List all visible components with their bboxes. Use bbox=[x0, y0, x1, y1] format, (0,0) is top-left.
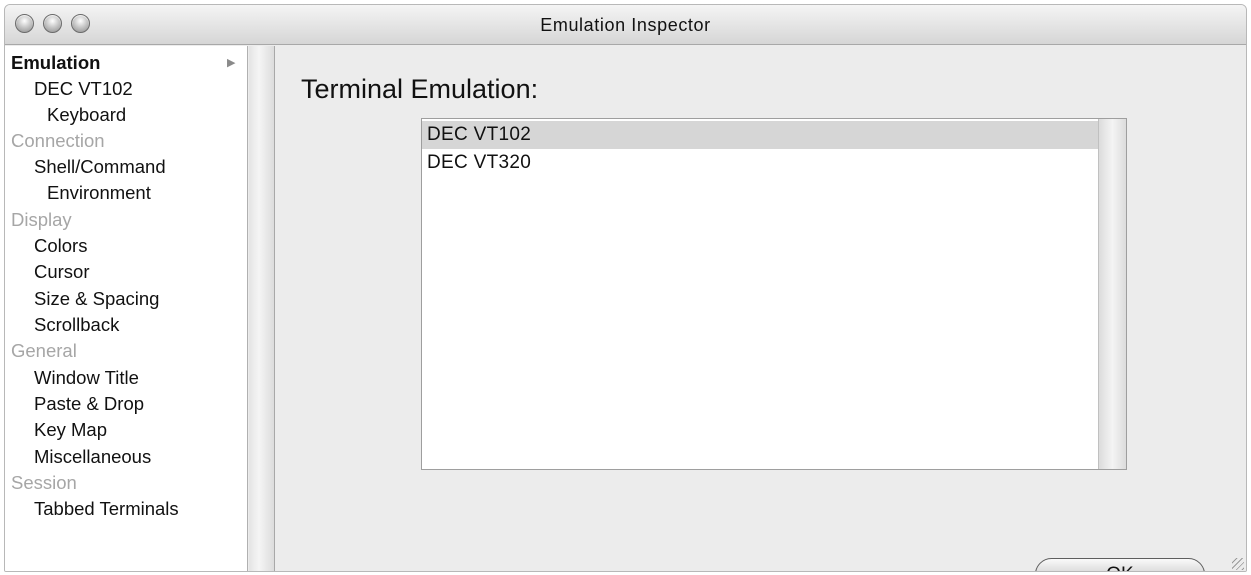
window-title: Emulation Inspector bbox=[540, 15, 711, 35]
sidebar-item-paste-drop[interactable]: Paste & Drop bbox=[5, 391, 248, 417]
sidebar-item-window-title[interactable]: Window Title bbox=[5, 365, 248, 391]
sidebar-section-general: General bbox=[11, 340, 77, 361]
sidebar-item-environment[interactable]: Environment bbox=[5, 180, 248, 206]
list-item-dec-vt320[interactable]: DEC VT320 bbox=[422, 149, 1098, 177]
split-view-divider[interactable] bbox=[249, 46, 275, 571]
ok-button[interactable]: OK bbox=[1035, 558, 1205, 571]
sidebar-item-colors[interactable]: Colors bbox=[5, 233, 248, 259]
disclosure-triangle-right-icon: ▶ bbox=[227, 57, 236, 69]
resize-grip-icon[interactable] bbox=[1232, 558, 1244, 570]
sidebar-section-connection: Connection bbox=[11, 130, 105, 151]
sidebar-item-keyboard[interactable]: Keyboard bbox=[5, 102, 248, 128]
page-title: Terminal Emulation: bbox=[301, 74, 539, 104]
emulation-inspector-window: Emulation Inspector Emulation ▶ DEC VT10… bbox=[4, 4, 1247, 572]
sidebar-item-tabbed-terminals[interactable]: Tabbed Terminals bbox=[5, 496, 248, 522]
sidebar-item-shell-command[interactable]: Shell/Command bbox=[5, 154, 248, 180]
sidebar-item-dec-vt102[interactable]: DEC VT102 bbox=[5, 76, 248, 102]
sidebar-item-key-map[interactable]: Key Map bbox=[5, 417, 248, 443]
sidebar-section-display: Display bbox=[11, 209, 72, 230]
sidebar-item-cursor[interactable]: Cursor bbox=[5, 259, 248, 285]
emulation-list[interactable]: DEC VT102 DEC VT320 bbox=[421, 118, 1127, 470]
sidebar-item-label: Emulation bbox=[11, 52, 101, 73]
sidebar-item-miscellaneous[interactable]: Miscellaneous bbox=[5, 444, 248, 470]
list-item-dec-vt102[interactable]: DEC VT102 bbox=[422, 121, 1098, 149]
sidebar-section-session: Session bbox=[11, 472, 77, 493]
title-bar[interactable]: Emulation Inspector bbox=[5, 5, 1246, 45]
list-scrollbar[interactable] bbox=[1098, 119, 1126, 469]
sidebar-section-emulation[interactable]: Emulation ▶ bbox=[5, 50, 248, 76]
inspector-sidebar: Emulation ▶ DEC VT102 Keyboard Connectio… bbox=[5, 46, 248, 571]
sidebar-item-size-spacing[interactable]: Size & Spacing bbox=[5, 286, 248, 312]
sidebar-item-scrollback[interactable]: Scrollback bbox=[5, 312, 248, 338]
inspector-content-pane: Terminal Emulation: DEC VT102 DEC VT320 … bbox=[276, 46, 1246, 571]
